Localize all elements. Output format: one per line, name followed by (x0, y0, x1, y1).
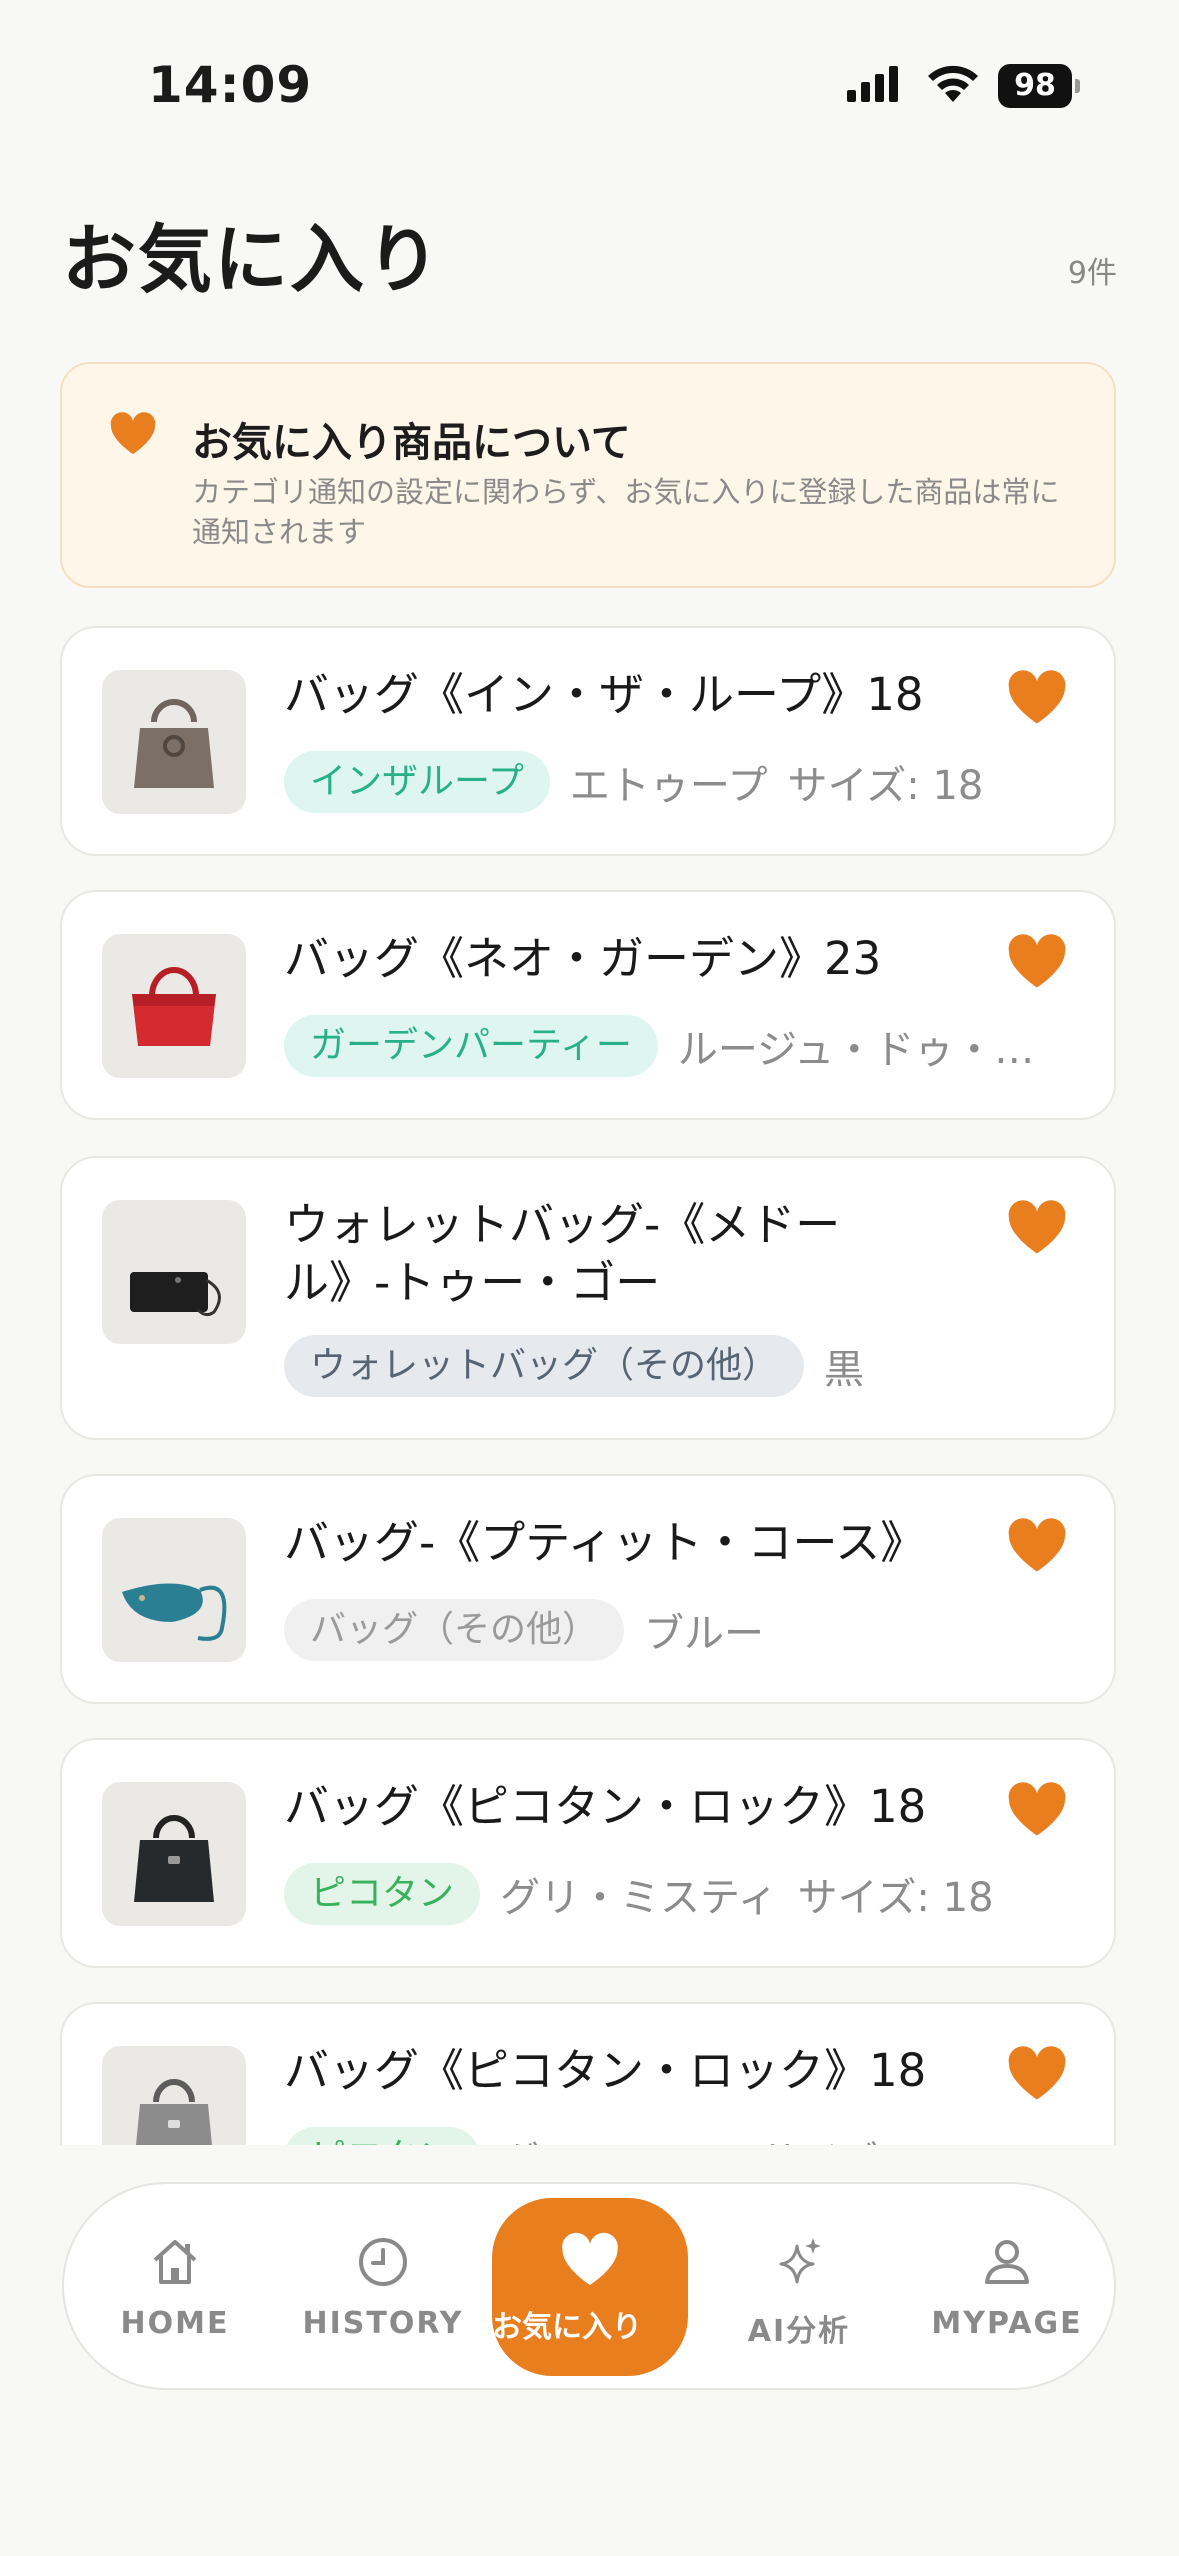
item-title: バッグ《ネオ・ガーデン》23 (284, 932, 882, 985)
battery-level: 98 (998, 64, 1072, 108)
item-size: サイズ: 18 (797, 1875, 994, 1921)
page-title: お気に入り (62, 217, 442, 303)
favorite-item[interactable]: バッグ《イン・ザ・ループ》18 インザループ エトゥープ サイズ: 18 (60, 626, 1116, 856)
tab-favorites-label: お気に入り (492, 2310, 642, 2345)
battery-icon: 98 (998, 64, 1080, 108)
tab-history[interactable]: HISTORY (288, 2184, 478, 2388)
category-tag: ピコタン (284, 2127, 481, 2145)
tab-home-label: HOME (120, 2306, 230, 2341)
category-tag: インザループ (284, 751, 550, 813)
item-size: サイズ: 18 (787, 763, 984, 809)
item-title: バッグ《ピコタン・ロック》18 (284, 2044, 927, 2097)
category-tag: ガーデンパーティー (284, 1015, 658, 1077)
favorite-item[interactable]: バッグ《ピコタン・ロック》18 ピコタン グリ・ミスティ サイズ: 18 (60, 1738, 1116, 1968)
item-meta: ピコタン グリ・ペルル サイズ: 18 (284, 2126, 1084, 2145)
heart-icon (110, 412, 156, 454)
status-time: 14:09 (148, 56, 313, 114)
item-color: ブルー (644, 1611, 765, 1657)
favorite-item[interactable]: ウォレットバッグ-《メドール》-トゥー・ゴー ウォレットバッグ（その他） 黒 (60, 1156, 1116, 1440)
item-color: ルージュ・ドゥ・… (677, 1027, 1035, 1073)
category-tag: ウォレットバッグ（その他） (284, 1335, 805, 1397)
tab-home[interactable]: HOME (80, 2184, 270, 2388)
favorite-heart-icon[interactable] (1006, 2046, 1068, 2102)
item-meta: インザループ エトゥープ サイズ: 18 (284, 750, 1084, 814)
bottom-tab-bar: HOME HISTORY お気に入り AI分析 MYPAGE (62, 2182, 1116, 2390)
tab-favorites[interactable]: お気に入り (492, 2198, 688, 2376)
item-title: ウォレットバッグ-《メドール》-トゥー・ゴー (284, 1198, 841, 1309)
item-size: サイズ: 18 (760, 2129, 956, 2145)
favorites-count: 9件 (1067, 256, 1117, 291)
clock-icon (359, 2238, 407, 2286)
home-icon (153, 2240, 197, 2284)
product-image (102, 670, 246, 814)
cellular-signal-icon (847, 66, 898, 102)
favorite-heart-icon[interactable] (1006, 934, 1068, 990)
item-meta: バッグ（その他） ブルー (284, 1598, 1084, 1662)
favorites-list: バッグ《イン・ザ・ループ》18 インザループ エトゥープ サイズ: 18 バッグ… (0, 600, 1179, 2145)
favorites-notice: お気に入り商品について カテゴリ通知の設定に関わらず、お気に入りに登録した商品は… (60, 362, 1116, 588)
item-color: エトゥープ (569, 763, 768, 809)
tab-mypage[interactable]: MYPAGE (912, 2184, 1102, 2388)
tab-ai-label: AI分析 (747, 2314, 851, 2349)
product-image (102, 1200, 246, 1344)
item-meta: ウォレットバッグ（その他） 黒 (284, 1334, 1084, 1398)
product-image (102, 2046, 246, 2145)
tab-mypage-label: MYPAGE (931, 2306, 1083, 2341)
category-tag: ピコタン (284, 1863, 481, 1925)
category-tag: バッグ（その他） (284, 1599, 625, 1661)
tab-history-label: HISTORY (302, 2306, 464, 2341)
favorite-item[interactable]: バッグ《ネオ・ガーデン》23 ガーデンパーティー ルージュ・ドゥ・… (60, 890, 1116, 1120)
notice-title: お気に入り商品について (192, 420, 631, 466)
item-title: バッグ-《プティット・コース》 (284, 1516, 926, 1569)
product-image (102, 1518, 246, 1662)
item-color: 黒 (824, 1347, 865, 1393)
item-title: バッグ《イン・ザ・ループ》18 (284, 668, 924, 721)
status-bar: 14:09 98 (0, 0, 1179, 170)
favorite-heart-icon[interactable] (1006, 670, 1068, 726)
heart-icon (562, 2232, 618, 2285)
notice-body: カテゴリ通知の設定に関わらず、お気に入りに登録した商品は常に通知されます (192, 475, 1060, 549)
favorite-heart-icon[interactable] (1006, 1200, 1068, 1256)
favorite-item[interactable]: バッグ-《プティット・コース》 バッグ（その他） ブルー (60, 1474, 1116, 1704)
tab-ai-analysis[interactable]: AI分析 (704, 2184, 894, 2388)
sparkle-icon (779, 2238, 821, 2284)
user-icon (985, 2240, 1029, 2284)
item-meta: ガーデンパーティー ルージュ・ドゥ・… (284, 1014, 1084, 1078)
item-color: グリ・ペルル (500, 2129, 740, 2145)
favorite-heart-icon[interactable] (1006, 1518, 1068, 1574)
product-image (102, 1782, 246, 1926)
item-color: グリ・ミスティ (500, 1875, 778, 1921)
favorite-heart-icon[interactable] (1006, 1782, 1068, 1838)
item-title: バッグ《ピコタン・ロック》18 (284, 1780, 927, 1833)
wifi-icon (928, 65, 978, 102)
product-image (102, 934, 246, 1078)
item-meta: ピコタン グリ・ミスティ サイズ: 18 (284, 1862, 1084, 1926)
favorite-item[interactable]: バッグ《ピコタン・ロック》18 ピコタン グリ・ペルル サイズ: 18 (60, 2002, 1116, 2145)
